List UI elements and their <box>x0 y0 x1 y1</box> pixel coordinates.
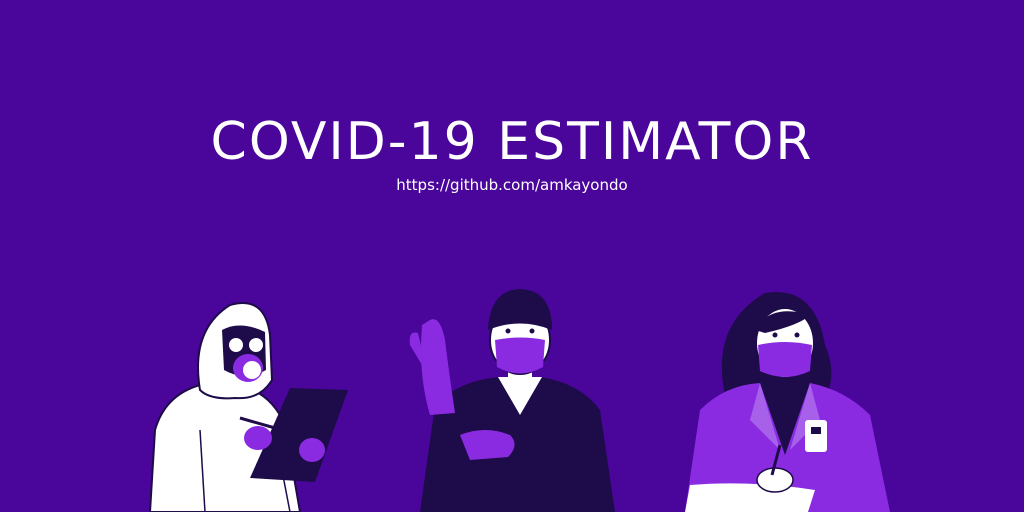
doctor-icon <box>685 292 890 512</box>
surgeon-icon <box>409 289 615 512</box>
page-title: COVID-19 ESTIMATOR <box>210 112 814 172</box>
hazmat-worker-icon <box>148 302 348 512</box>
banner: COVID-19 ESTIMATOR https://github.com/am… <box>0 0 1024 512</box>
repo-link[interactable]: https://github.com/amkayondo <box>0 175 1024 195</box>
